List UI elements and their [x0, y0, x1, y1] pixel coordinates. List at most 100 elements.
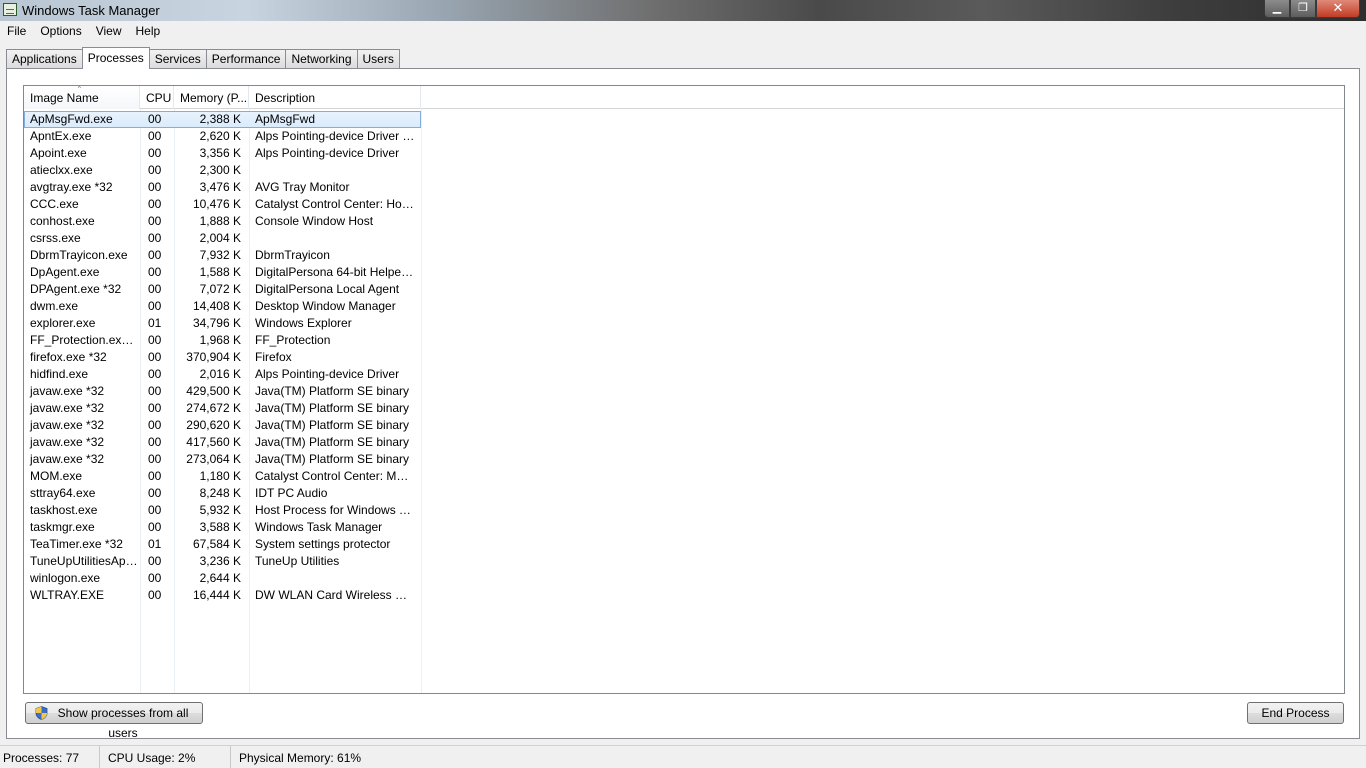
process-name-cell: ApntEx.exe: [30, 129, 92, 143]
memory-cell: 3,588 K: [199, 520, 241, 534]
tab-processes[interactable]: Processes: [81, 47, 150, 69]
process-name-cell: MOM.exe: [30, 469, 83, 483]
description-cell: Alps Pointing-device Driver for...: [255, 129, 421, 143]
sort-ascending-icon: ^: [78, 86, 81, 92]
tab-services[interactable]: Services: [149, 49, 206, 69]
cpu-cell: 00: [148, 333, 162, 347]
process-name-cell: explorer.exe: [30, 316, 96, 330]
process-name-cell: FF_Protection.exe ...: [30, 333, 140, 347]
window-controls: ▁ ❐ ✕: [1264, 0, 1360, 18]
description-cell: Console Window Host: [255, 214, 374, 228]
table-row[interactable]: MOM.exe 00 1,180 K Catalyst Control Center:…: [24, 468, 1344, 485]
tab-strip: Applications Processes Services Performa…: [6, 47, 400, 69]
memory-cell: 273,064 K: [186, 452, 241, 466]
table-row[interactable]: TuneUpUtilitiesApp... 00 3,236 K TuneUp Uti…: [24, 553, 1344, 570]
status-cpu-usage: CPU Usage: 2%: [100, 746, 231, 768]
cpu-cell: 00: [148, 588, 162, 602]
memory-cell: 2,644 K: [199, 571, 241, 585]
process-name-cell: ApMsgFwd.exe: [30, 112, 113, 126]
tab-applications[interactable]: Applications: [6, 49, 82, 69]
description-cell: DigitalPersona 64-bit Helper Pr...: [255, 265, 421, 279]
process-name-cell: dwm.exe: [30, 299, 79, 313]
end-process-button[interactable]: End Process: [1247, 702, 1344, 724]
show-all-processes-button[interactable]: Show processes from all users: [25, 702, 203, 740]
process-name-cell: DbrmTrayicon.exe: [30, 248, 128, 262]
menu-help[interactable]: Help: [129, 21, 168, 42]
table-row[interactable]: taskhost.exe 00 5,932 K Host Process for Wi…: [24, 502, 1344, 519]
tab-users[interactable]: Users: [356, 49, 400, 69]
cpu-cell: 00: [148, 418, 162, 432]
process-name-cell: TuneUpUtilitiesApp...: [30, 554, 140, 568]
tab-networking[interactable]: Networking: [285, 49, 357, 69]
menu-file[interactable]: File: [0, 21, 33, 42]
description-cell: ApMsgFwd: [255, 112, 316, 126]
process-name-cell: javaw.exe *32: [30, 384, 105, 398]
table-row[interactable]: javaw.exe *32 00 273,064 K Java(TM) Platfor…: [24, 451, 1344, 468]
table-row[interactable]: conhost.exe 00 1,888 K Console Window Host: [24, 213, 1344, 230]
table-row[interactable]: CCC.exe 00 10,476 K Catalyst Control Center…: [24, 196, 1344, 213]
memory-cell: 7,072 K: [199, 282, 241, 296]
process-name-cell: javaw.exe *32: [30, 452, 105, 466]
memory-cell: 2,388 K: [199, 112, 241, 126]
table-row[interactable]: avgtray.exe *32 00 3,476 K AVG Tray Monitor: [24, 179, 1344, 196]
process-name-cell: WLTRAY.EXE: [30, 588, 105, 602]
minimize-button[interactable]: ▁: [1264, 0, 1290, 18]
table-row[interactable]: FF_Protection.exe ... 00 1,968 K FF_Protect…: [24, 332, 1344, 349]
column-header-image-name[interactable]: ^ Image Name: [24, 86, 140, 109]
cpu-cell: 00: [148, 129, 162, 143]
memory-cell: 3,236 K: [199, 554, 241, 568]
column-header-memory[interactable]: Memory (P...: [174, 86, 249, 109]
process-name-cell: TeaTimer.exe *32: [30, 537, 123, 551]
column-header-description[interactable]: Description: [249, 86, 421, 109]
table-row[interactable]: WLTRAY.EXE 00 16,444 K DW WLAN Card Wireles…: [24, 587, 1344, 604]
table-row[interactable]: hidfind.exe 00 2,016 K Alps Pointing-device…: [24, 366, 1344, 383]
table-row[interactable]: javaw.exe *32 00 429,500 K Java(TM) Platfor…: [24, 383, 1344, 400]
minimize-icon: ▁: [1272, 2, 1282, 14]
description-cell: [249, 230, 421, 247]
memory-cell: 67,584 K: [192, 537, 241, 551]
column-header-cpu[interactable]: CPU: [140, 86, 174, 109]
tab-performance[interactable]: Performance: [205, 49, 286, 69]
table-row[interactable]: dwm.exe 00 14,408 K Desktop Window Manager: [24, 298, 1344, 315]
table-row[interactable]: sttray64.exe 00 8,248 K IDT PC Audio: [24, 485, 1344, 502]
status-processes: Processes: 77: [0, 746, 100, 768]
table-row[interactable]: DpAgent.exe 00 1,588 K DigitalPersona 64-bi…: [24, 264, 1344, 281]
table-row[interactable]: DPAgent.exe *32 00 7,072 K DigitalPersona L…: [24, 281, 1344, 298]
description-cell: Host Process for Windows Tasks: [255, 503, 421, 517]
cpu-cell: 00: [148, 367, 162, 381]
description-cell: Windows Explorer: [255, 316, 352, 330]
table-row[interactable]: explorer.exe 01 34,796 K Windows Explorer: [24, 315, 1344, 332]
table-row[interactable]: TeaTimer.exe *32 01 67,584 K System setting…: [24, 536, 1344, 553]
process-name-cell: winlogon.exe: [30, 571, 101, 585]
process-name-cell: sttray64.exe: [30, 486, 96, 500]
menu-options[interactable]: Options: [33, 21, 88, 42]
process-list[interactable]: ^ Image Name CPU Memory (P... Descriptio…: [23, 85, 1345, 694]
table-row[interactable]: ApMsgFwd.exe 00 2,388 K ApMsgFwd: [24, 111, 421, 128]
cpu-cell: 00: [148, 486, 162, 500]
memory-cell: 1,588 K: [199, 265, 241, 279]
description-cell: DW WLAN Card Wireless Netw...: [255, 588, 421, 602]
memory-cell: 3,356 K: [199, 146, 241, 160]
table-row[interactable]: ApntEx.exe 00 2,620 K Alps Pointing-device …: [24, 128, 1344, 145]
table-row[interactable]: taskmgr.exe 00 3,588 K Windows Task Manager: [24, 519, 1344, 536]
table-row[interactable]: javaw.exe *32 00 417,560 K Java(TM) Platfor…: [24, 434, 1344, 451]
cpu-cell: 00: [148, 197, 162, 211]
title-bar[interactable]: Windows Task Manager ▁ ❐ ✕: [0, 0, 1366, 21]
table-row[interactable]: javaw.exe *32 00 274,672 K Java(TM) Platfor…: [24, 400, 1344, 417]
memory-cell: 1,180 K: [199, 469, 241, 483]
description-cell: Java(TM) Platform SE binary: [255, 435, 410, 449]
table-row[interactable]: firefox.exe *32 00 370,904 K Firefox: [24, 349, 1344, 366]
close-button[interactable]: ✕: [1316, 0, 1360, 18]
menu-view[interactable]: View: [89, 21, 129, 42]
memory-cell: 417,560 K: [186, 435, 241, 449]
process-name-cell: javaw.exe *32: [30, 401, 105, 415]
table-row[interactable]: csrss.exe 00 2,004 K: [24, 230, 1344, 247]
cpu-cell: 00: [148, 146, 162, 160]
status-physical-memory: Physical Memory: 61%: [239, 751, 362, 765]
table-row[interactable]: javaw.exe *32 00 290,620 K Java(TM) Platfor…: [24, 417, 1344, 434]
table-row[interactable]: winlogon.exe 00 2,644 K: [24, 570, 1344, 587]
table-row[interactable]: DbrmTrayicon.exe 00 7,932 K DbrmTrayicon: [24, 247, 1344, 264]
table-row[interactable]: Apoint.exe 00 3,356 K Alps Pointing-device …: [24, 145, 1344, 162]
maximize-button[interactable]: ❐: [1290, 0, 1316, 18]
table-row[interactable]: atieclxx.exe 00 2,300 K: [24, 162, 1344, 179]
